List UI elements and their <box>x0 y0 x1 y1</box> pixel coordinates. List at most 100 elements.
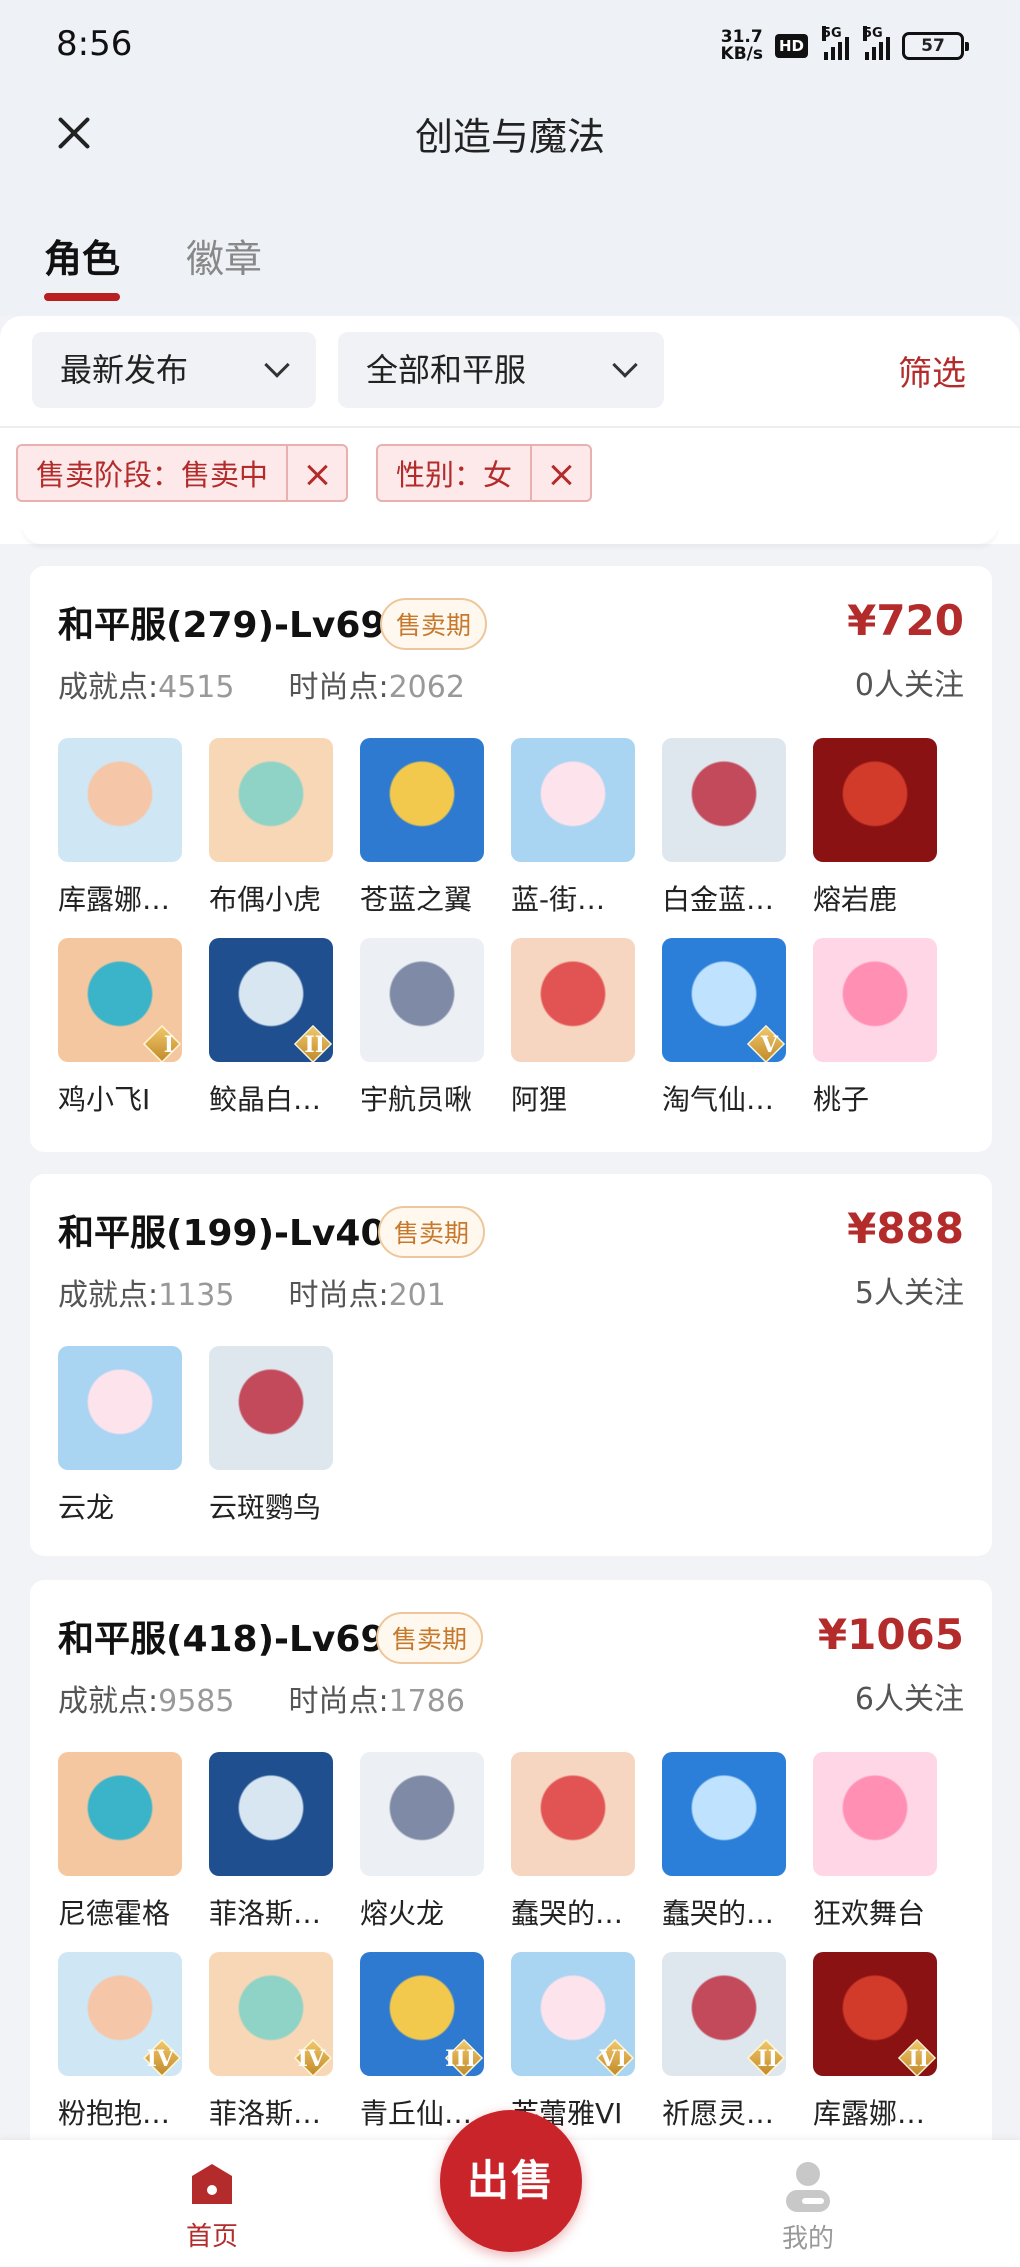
user-icon <box>786 2162 830 2212</box>
sort-dropdown-label: 最新发布 <box>60 351 189 389</box>
item-thumbnail: I <box>58 938 182 1062</box>
rank-label: III <box>445 2046 476 2072</box>
listing-card[interactable]: 和平服(279)-Lv69 售卖期 ¥720 0人关注 成就点:4515 时尚点:2062… <box>30 566 992 1152</box>
item-thumbnail: VI <box>511 1952 635 2076</box>
item-tile[interactable]: I 鸡小飞I <box>58 938 198 1128</box>
status-icons: 31.7 KB/s HD 5G 5G 57 <box>720 26 969 66</box>
item-name: 蠢哭的… <box>511 1897 624 1930</box>
signal-label: 5G <box>822 26 842 41</box>
filter-chip-label: 性别：女 <box>396 458 513 492</box>
item-tile[interactable]: II 祈愿灵… <box>662 1952 802 2142</box>
rank-label: IV <box>297 2046 325 2072</box>
title-bar: 创造与魔法 <box>0 92 1020 198</box>
listing-card[interactable]: 和平服(418)-Lv69 售卖期 ¥1065 6人关注 成就点:9585 时尚点:178… <box>30 1580 992 2160</box>
item-tile[interactable]: IV 菲洛斯… <box>209 1952 349 2142</box>
item-thumbnail <box>511 938 635 1062</box>
item-thumbnail: III <box>360 1952 484 2076</box>
rank-label: IV <box>146 2046 174 2072</box>
item-thumbnail: V <box>662 938 786 1062</box>
item-name: 云斑鹦鸟 <box>209 1491 322 1524</box>
item-thumbnail <box>58 1752 182 1876</box>
fashion-value: 201 <box>388 1278 446 1313</box>
item-tile[interactable]: II 库露娜… <box>813 1952 953 2142</box>
item-tile[interactable]: 桃子 <box>813 938 953 1128</box>
item-tile[interactable]: 尼德霍格 <box>58 1752 198 1942</box>
item-tile[interactable]: 蓝-街… <box>511 738 651 928</box>
listing-title: 和平服(279)-Lv69 <box>58 605 386 646</box>
server-dropdown[interactable]: 全部和平服 <box>338 332 664 408</box>
item-tile[interactable]: IV 粉抱抱… <box>58 1952 198 2142</box>
remove-chip-icon[interactable] <box>286 446 346 500</box>
item-tile[interactable]: V 淘气仙… <box>662 938 802 1128</box>
item-tile[interactable]: 白金蓝… <box>662 738 802 928</box>
achievement-value: 9585 <box>158 1684 235 1719</box>
item-thumbnail <box>511 738 635 862</box>
item-tile[interactable]: 熔岩鹿 <box>813 738 953 928</box>
item-tile[interactable]: 狂欢舞台 <box>813 1752 953 1942</box>
rank-label: V <box>760 1032 778 1058</box>
item-tile[interactable]: 菲洛斯… <box>209 1752 349 1942</box>
item-thumbnail: IV <box>209 1952 333 2076</box>
item-thumbnail <box>209 1752 333 1876</box>
item-tile[interactable]: 熔火龙 <box>360 1752 500 1942</box>
rank-label: I <box>163 1032 174 1058</box>
listing-price: ¥1065 <box>817 1610 964 1659</box>
rank-label: II <box>304 1032 325 1058</box>
status-badge: 售卖期 <box>380 598 488 650</box>
item-name: 菲洛斯… <box>209 1897 322 1930</box>
item-thumbnail: IV <box>58 1952 182 2076</box>
item-tile[interactable]: II 鲛晶白… <box>209 938 349 1128</box>
item-tile[interactable]: 蠢哭的… <box>511 1752 651 1942</box>
item-name: 宇航员啾 <box>360 1083 473 1116</box>
hd-icon: HD <box>774 34 808 58</box>
sort-dropdown[interactable]: 最新发布 <box>32 332 316 408</box>
listing-title: 和平服(199)-Lv40 <box>58 1213 386 1254</box>
item-tile[interactable]: 云龙 <box>58 1346 198 1536</box>
follower-count: 0人关注 <box>854 668 964 703</box>
fashion-value: 1786 <box>388 1684 465 1719</box>
rank-label: VI <box>599 2046 627 2072</box>
item-tile[interactable]: 宇航员啾 <box>360 938 500 1128</box>
item-name: 云龙 <box>58 1491 115 1524</box>
filter-panel-edge <box>22 524 998 544</box>
achievement-label: 成就点: <box>58 1684 159 1719</box>
listing-price: ¥888 <box>847 1204 964 1253</box>
item-name: 淘气仙… <box>662 1083 775 1116</box>
item-tile[interactable]: 库露娜… <box>58 738 198 928</box>
rank-badge-icon <box>142 1024 182 1062</box>
filter-panel: 最新发布 全部和平服 筛选 售卖阶段：售卖中 性别：女 <box>0 316 1020 544</box>
item-tile[interactable]: 苍蓝之翼 <box>360 738 500 928</box>
sell-button[interactable]: 出售 <box>440 2110 582 2252</box>
item-name: 尼德霍格 <box>58 1897 171 1930</box>
tab-badge[interactable]: 徽章 <box>186 228 262 283</box>
remove-chip-icon[interactable] <box>530 446 590 500</box>
item-name: 库露娜… <box>58 883 171 916</box>
item-tile[interactable]: III 青丘仙… <box>360 1952 500 2142</box>
item-tile[interactable]: 阿狸 <box>511 938 651 1128</box>
item-name: 熔火龙 <box>360 1897 445 1930</box>
status-badge: 售卖期 <box>378 1206 486 1258</box>
item-name: 蠢哭的… <box>662 1897 775 1930</box>
item-thumbnail: II <box>209 938 333 1062</box>
item-tile[interactable]: 云斑鹦鸟 <box>209 1346 349 1536</box>
listing-stats: 成就点:4515 时尚点:2062 <box>58 662 465 706</box>
item-tile[interactable]: 布偶小虎 <box>209 738 349 928</box>
close-icon[interactable] <box>50 110 98 158</box>
item-thumbnail: II <box>662 1952 786 2076</box>
signal-icon: 5G <box>861 26 890 60</box>
item-name: 熔岩鹿 <box>813 883 898 916</box>
filter-button[interactable]: 筛选 <box>898 346 966 395</box>
tab-role[interactable]: 角色 <box>44 228 121 301</box>
listing-title: 和平服(418)-Lv69 <box>58 1619 386 1660</box>
filter-chip-gender: 性别：女 <box>376 444 593 502</box>
filter-chip-sale-stage: 售卖阶段：售卖中 <box>16 444 349 502</box>
home-icon <box>192 2164 232 2204</box>
rank-label: II <box>757 2046 778 2072</box>
listing-card[interactable]: 和平服(199)-Lv40 售卖期 ¥888 5人关注 成就点:1135 时尚点:201 云… <box>30 1174 992 1556</box>
network-speed-unit: KB/s <box>720 44 763 64</box>
tab-bar: 角色 徽章 <box>0 198 1020 316</box>
item-thumbnail <box>209 738 333 862</box>
item-tile[interactable]: 蠢哭的… <box>662 1752 802 1942</box>
item-name: 桃子 <box>813 1083 870 1116</box>
follower-count: 6人关注 <box>854 1682 964 1717</box>
